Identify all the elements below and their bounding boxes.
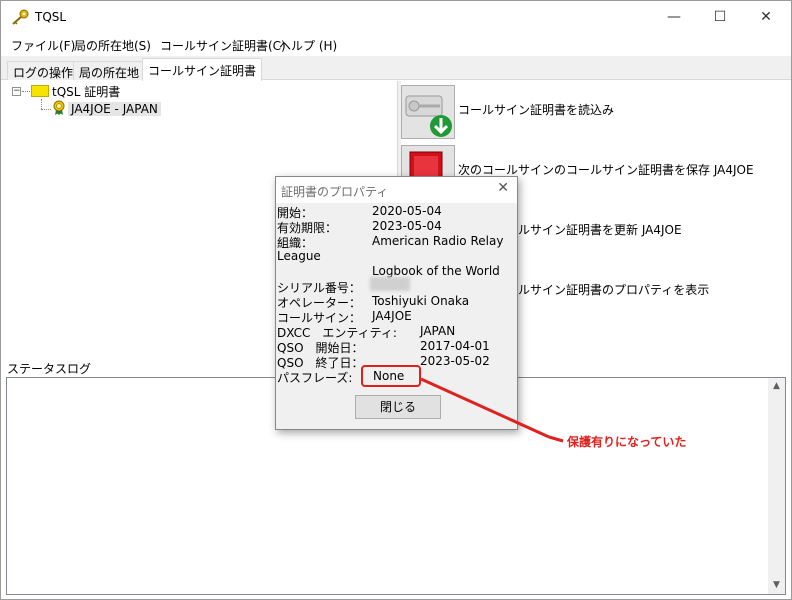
- menu-bar: ファイル(F) 局の所在地(S) コールサイン証明書(C) ヘルプ (H): [1, 34, 791, 56]
- menu-station-location[interactable]: 局の所在地(S): [74, 37, 151, 54]
- tree-cert-item[interactable]: JA4JOE - JAPAN: [68, 100, 161, 118]
- tree-connector-vertical: [41, 99, 42, 109]
- load-certificate-label: コールサイン証明書を読込み: [458, 103, 615, 117]
- scroll-up-arrow-icon[interactable]: ▲: [768, 378, 785, 395]
- menu-callsign-certificate[interactable]: コールサイン証明書(C): [160, 37, 286, 54]
- maximize-button[interactable]: ☐: [697, 1, 743, 33]
- key-icon: [12, 9, 29, 25]
- dialog-title: 証明書のプロパティ: [281, 185, 389, 199]
- tree-root-label: tQSL 証明書: [52, 84, 121, 99]
- prop-value-organization: American Radio Relay: [372, 234, 504, 248]
- prop-value-dxcc: JAPAN: [420, 324, 456, 338]
- tree-connector-horizontal: [41, 109, 51, 110]
- prop-label-passphrase: パスフレーズ:: [277, 371, 353, 385]
- menu-file[interactable]: ファイル(F): [11, 37, 75, 54]
- minimize-button[interactable]: —: [651, 1, 697, 33]
- scroll-down-arrow-icon[interactable]: ▼: [768, 577, 785, 594]
- title-bar: TQSL — ☐ ✕: [1, 1, 791, 33]
- tree-root-item[interactable]: tQSL 証明書: [52, 82, 120, 100]
- menu-help[interactable]: ヘルプ (H): [279, 37, 337, 54]
- close-window-button[interactable]: ✕: [743, 1, 789, 33]
- prop-value-operator: Toshiyuki Onaka: [372, 294, 470, 308]
- tree-collapse-toggle[interactable]: −: [12, 87, 21, 96]
- window-title: TQSL: [35, 10, 67, 24]
- serial-number-redacted: [370, 277, 410, 291]
- passphrase-highlight-box: [361, 365, 421, 387]
- tab-strip: ログの操作 局の所在地 コールサイン証明書: [1, 56, 791, 81]
- annotation-text: 保護有りになっていた: [567, 435, 687, 449]
- certificate-ribbon-icon: [53, 100, 65, 115]
- action-load-certificate[interactable]: コールサイン証明書を読込み: [401, 83, 791, 139]
- certificate-download-icon: [405, 95, 452, 137]
- prop-value-qso-start: 2017-04-01: [420, 339, 490, 353]
- dialog-close-icon[interactable]: ✕: [497, 180, 509, 196]
- load-certificate-button[interactable]: [401, 85, 455, 139]
- tqsl-window: TQSL — ☐ ✕ ファイル(F) 局の所在地(S) コールサイン証明書(C)…: [0, 0, 792, 600]
- status-log-label: ステータスログ: [7, 362, 92, 376]
- prop-value-start: 2020-05-04: [372, 204, 442, 218]
- certificate-properties-dialog: 証明書のプロパティ ✕ 開始： 2020-05-04 有効期限： 2023-05…: [275, 176, 518, 430]
- tree-connector: [22, 91, 30, 92]
- dialog-close-button[interactable]: 閉じる: [355, 395, 441, 419]
- tab-log-operations[interactable]: ログの操作: [7, 61, 80, 80]
- prop-value-expires: 2023-05-04: [372, 219, 442, 233]
- tree-cert-label: JA4JOE - JAPAN: [68, 102, 161, 116]
- status-scrollbar[interactable]: ▲ ▼: [768, 378, 785, 594]
- prop-value-qso-end: 2023-05-02: [420, 354, 490, 368]
- prop-value-organization-unit: Logbook of the World: [372, 264, 500, 278]
- tab-station-location[interactable]: 局の所在地: [73, 61, 146, 80]
- folder-icon: [31, 85, 49, 97]
- prop-value-callsign: JA4JOE: [372, 309, 412, 323]
- dialog-title-bar: 証明書のプロパティ ✕: [276, 177, 517, 203]
- tab-callsign-certificate[interactable]: コールサイン証明書: [142, 58, 263, 81]
- prop-label-organization-cont: League: [277, 249, 321, 263]
